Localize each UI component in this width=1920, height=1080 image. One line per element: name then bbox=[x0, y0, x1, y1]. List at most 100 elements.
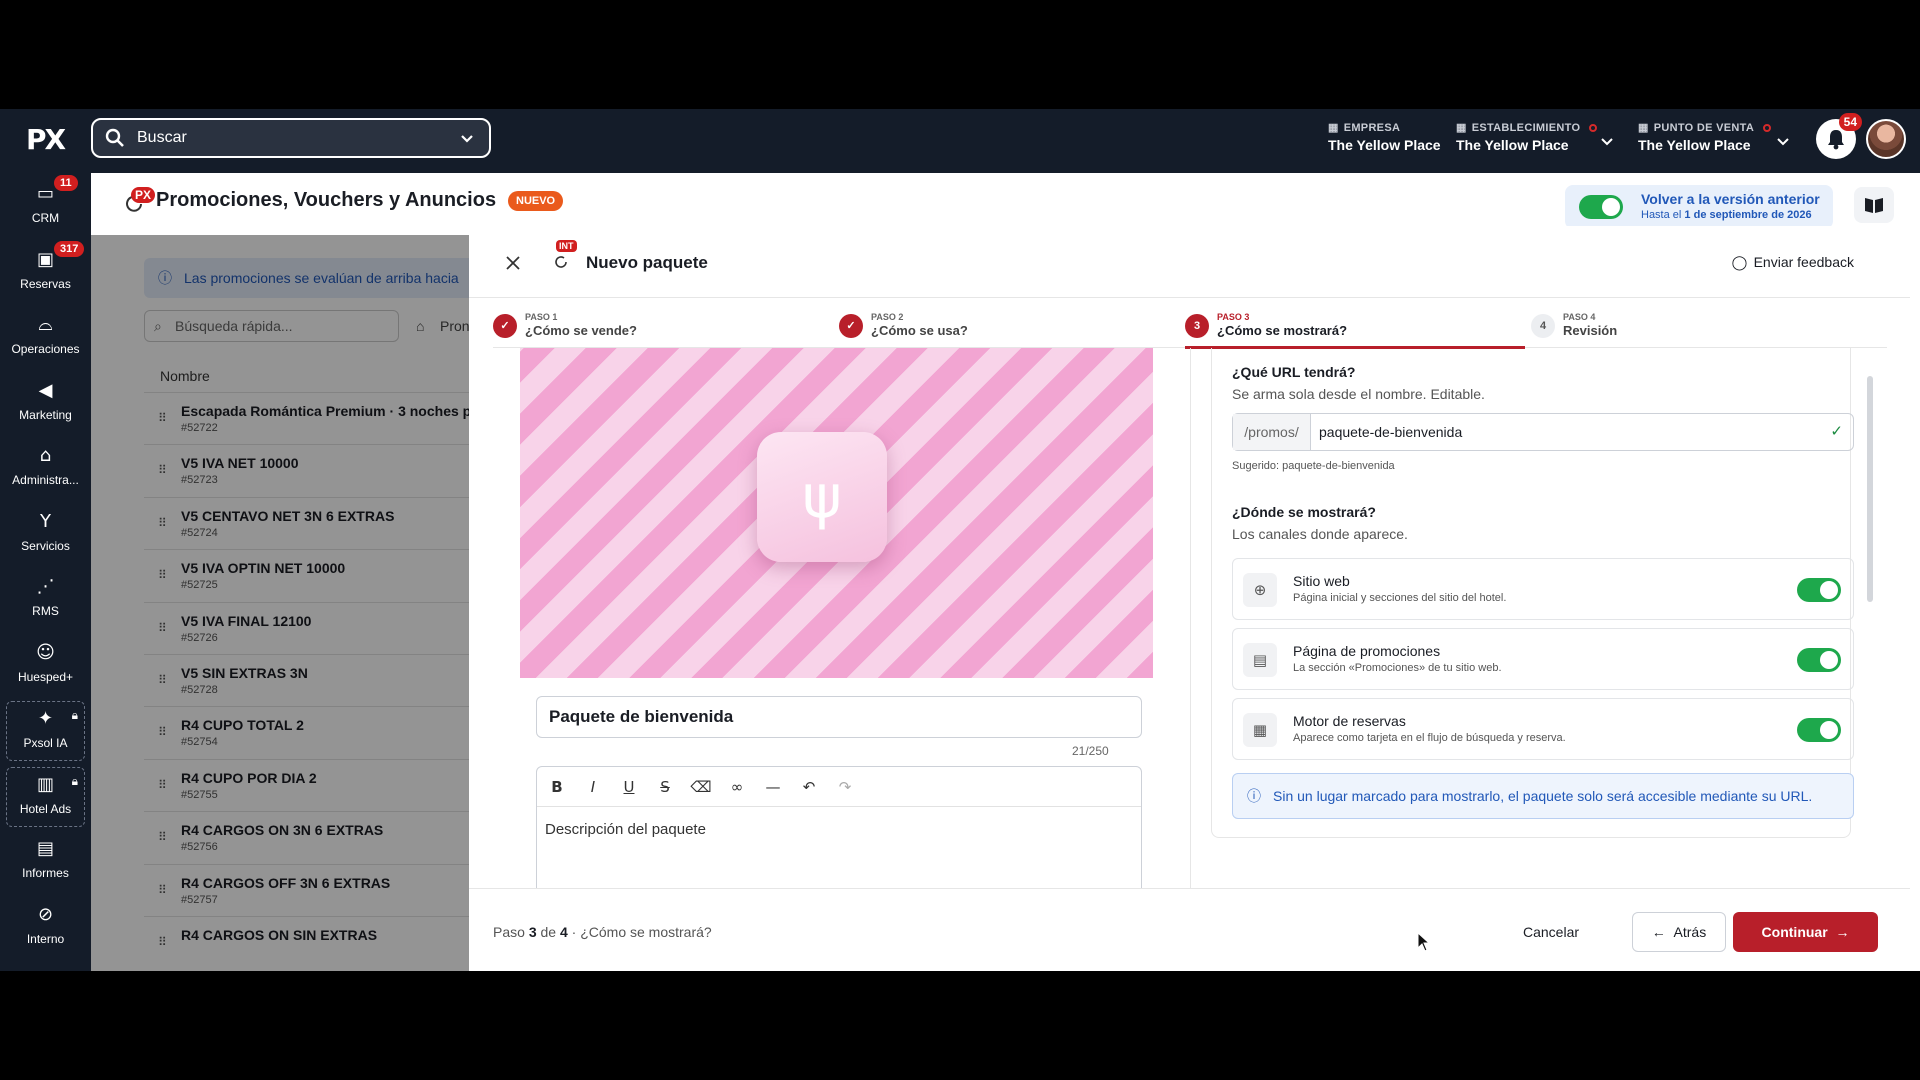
ban-icon: ⊘ bbox=[37, 903, 54, 925]
lock-icon: 🔒︎ bbox=[71, 773, 78, 788]
editor-toolbar: B I U S ⌫ ∞ — ↶ ↷ bbox=[537, 767, 1141, 807]
continue-button[interactable]: Continuar → bbox=[1733, 912, 1878, 952]
sidebar-item-label: Servicios bbox=[21, 538, 70, 553]
refresh-icon[interactable] bbox=[553, 254, 569, 270]
sidebar-item-huesped[interactable]: ☺ Huesped+ bbox=[0, 636, 91, 696]
step-1[interactable]: ✓ PASO 1 ¿Cómo se vende? bbox=[493, 312, 833, 349]
new-package-modal: INT Nuevo paquete ◯ Enviar feedback ✓ PAS… bbox=[469, 226, 1910, 971]
location-pin-icon bbox=[1589, 123, 1598, 132]
sidebar-item-administra[interactable]: ⌂ Administra... bbox=[0, 439, 91, 499]
step-4[interactable]: 4 PASO 4 Revisión bbox=[1531, 312, 1871, 349]
strikethrough-icon[interactable]: S bbox=[653, 778, 677, 796]
store-icon: ▦ bbox=[1456, 122, 1467, 134]
url-field[interactable]: /promos/ paquete-de-bienvenida ✓ bbox=[1232, 413, 1854, 451]
bar-chart-icon: ▥ bbox=[36, 773, 54, 795]
bank-icon: ⌂ bbox=[39, 445, 52, 466]
scrollbar[interactable] bbox=[1867, 376, 1873, 602]
link-icon[interactable]: ∞ bbox=[725, 778, 749, 796]
sidebar-item-reservas[interactable]: ▣ Reservas 317 bbox=[0, 240, 91, 303]
sidebar-item-hotel-ads[interactable]: ▥ Hotel Ads 🔒︎ bbox=[6, 766, 85, 827]
chat-icon: ▭ bbox=[36, 183, 54, 204]
sidebar-item-label: CRM bbox=[31, 211, 60, 225]
back-button[interactable]: ← Atrás bbox=[1632, 912, 1726, 952]
sidebar-item-label: Marketing bbox=[19, 407, 72, 422]
channel-toggle[interactable] bbox=[1797, 578, 1841, 602]
url-slug-input[interactable]: paquete-de-bienvenida bbox=[1319, 424, 1462, 440]
new-badge: NUEVO bbox=[508, 191, 564, 211]
sidebar-item-label: Hotel Ads bbox=[19, 801, 72, 816]
legacy-deadline-date: 1 de septiembre de 2026 bbox=[1684, 209, 1812, 221]
close-icon[interactable] bbox=[506, 256, 520, 270]
eraser-icon[interactable]: ⌫ bbox=[689, 778, 713, 796]
megaphone-icon: ◀ bbox=[38, 379, 53, 401]
sidebar-item-pxsol-ia[interactable]: ✦ Pxsol IA 🔒︎ bbox=[6, 701, 85, 761]
sidebar-item-operaciones[interactable]: ⌓ Operaciones bbox=[0, 308, 91, 368]
notifications-button[interactable]: 54 bbox=[1816, 113, 1862, 159]
building-icon: ▦ bbox=[1328, 122, 1339, 134]
channel-title: Sitio web bbox=[1293, 573, 1350, 589]
channel-toggle[interactable] bbox=[1797, 718, 1841, 742]
top-bar: PX Buscar ▦ EMPRESA The Yellow Place ▦ EST… bbox=[0, 109, 1920, 173]
package-preview-column: ψ Paquete de bienvenida 21/250 B I U S ⌫… bbox=[493, 348, 1153, 888]
underline-icon[interactable]: U bbox=[617, 778, 641, 796]
sidebar-item-crm[interactable]: ▭ CRM 11 bbox=[0, 175, 91, 237]
docs-button[interactable] bbox=[1854, 187, 1894, 223]
sidebar-item-interno[interactable]: ⊘ Interno bbox=[0, 898, 91, 958]
legacy-version-title[interactable]: Volver a la versión anterior bbox=[1641, 191, 1820, 207]
redo-icon[interactable]: ↷ bbox=[833, 778, 857, 796]
url-heading: ¿Qué URL tendrá? bbox=[1232, 364, 1356, 380]
channel-toggle[interactable] bbox=[1797, 648, 1841, 672]
arrow-right-icon: → bbox=[1835, 924, 1850, 940]
undo-icon[interactable]: ↶ bbox=[797, 778, 821, 796]
step-3[interactable]: 3 PASO 3 ¿Cómo se mostrará? bbox=[1185, 312, 1525, 349]
chevron-down-icon[interactable] bbox=[1776, 135, 1790, 149]
horizontal-rule-icon[interactable]: — bbox=[761, 778, 785, 796]
empresa-selector[interactable]: ▦ EMPRESA The Yellow Place bbox=[1328, 121, 1441, 154]
step-2[interactable]: ✓ PASO 2 ¿Cómo se usa? bbox=[839, 312, 1179, 349]
sidebar-item-servicios[interactable]: Y Servicios bbox=[0, 505, 91, 565]
channel-title: Motor de reservas bbox=[1293, 713, 1406, 729]
sidebar-item-label: Operaciones bbox=[11, 342, 80, 356]
step-key: PASO 3 bbox=[1217, 312, 1250, 322]
chevron-down-icon[interactable] bbox=[1600, 135, 1614, 149]
sidebar-item-marketing[interactable]: ◀ Marketing bbox=[0, 374, 91, 434]
punto-de-venta-selector[interactable]: ▦ PUNTO DE VENTA The Yellow Place bbox=[1638, 121, 1772, 153]
sidebar-item-informes[interactable]: ▤ Informes bbox=[0, 832, 91, 892]
sidebar-item-label: Informes bbox=[22, 866, 69, 880]
italic-icon[interactable]: I bbox=[581, 778, 605, 796]
channel-motor-de-reservas: ▦ Motor de reservas Aparece como tarjeta e… bbox=[1232, 698, 1854, 760]
description-editor: B I U S ⌫ ∞ — ↶ ↷ Descripción del paquet… bbox=[536, 766, 1142, 888]
empresa-value: The Yellow Place bbox=[1328, 137, 1441, 153]
send-feedback-button[interactable]: ◯ Enviar feedback bbox=[1732, 254, 1854, 270]
modal-backdrop[interactable] bbox=[91, 235, 471, 971]
notifications-badge: 54 bbox=[1838, 113, 1862, 131]
cocktail-icon: Y bbox=[40, 510, 51, 532]
legacy-version-toggle[interactable] bbox=[1579, 195, 1623, 219]
step-prefix: Paso bbox=[493, 924, 525, 940]
description-input[interactable]: Descripción del paquete bbox=[537, 807, 1141, 852]
chevron-down-icon[interactable] bbox=[459, 131, 475, 147]
app-logo[interactable]: PX bbox=[26, 123, 66, 156]
visibility-panel: ¿Qué URL tendrá? Se arma sola desde el n… bbox=[1211, 348, 1854, 838]
cancel-button[interactable]: Cancelar bbox=[1523, 924, 1579, 940]
package-cover-image[interactable]: ψ bbox=[520, 348, 1153, 678]
url-prefix: /promos/ bbox=[1233, 414, 1311, 450]
package-name-input[interactable]: Paquete de bienvenida bbox=[536, 696, 1142, 738]
user-avatar[interactable] bbox=[1866, 119, 1906, 159]
sidebar-item-badge: 11 bbox=[54, 175, 78, 191]
search-input[interactable]: Buscar bbox=[91, 118, 491, 158]
establecimiento-selector[interactable]: ▦ ESTABLECIMIENTO The Yellow Place bbox=[1456, 121, 1598, 153]
info-icon: ⓘ bbox=[1247, 788, 1261, 804]
lock-icon: 🔒︎ bbox=[71, 708, 78, 722]
sidebar-item-rms[interactable]: ⋰ RMS bbox=[0, 570, 91, 630]
step-title: ¿Cómo se usa? bbox=[871, 323, 968, 338]
location-pin-icon bbox=[1763, 123, 1772, 132]
empresa-key: EMPRESA bbox=[1343, 121, 1401, 134]
sidebar-item-label: Pxsol IA bbox=[23, 736, 68, 750]
step-label: ¿Cómo se mostrará? bbox=[580, 924, 712, 940]
document-icon: ▤ bbox=[36, 838, 54, 859]
punto-de-venta-value: The Yellow Place bbox=[1638, 137, 1751, 153]
bold-icon[interactable]: B bbox=[545, 778, 569, 796]
sidebar: ▭ CRM 11 ▣ Reservas 317 ⌓ Operaciones ◀ Marketing… bbox=[0, 173, 91, 971]
step-current: 3 bbox=[528, 924, 537, 940]
